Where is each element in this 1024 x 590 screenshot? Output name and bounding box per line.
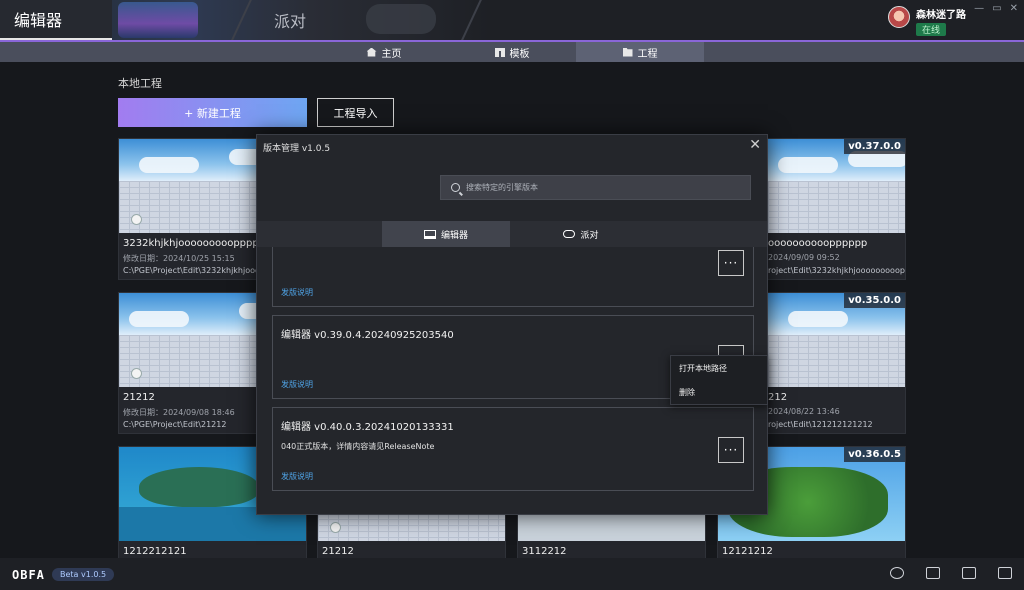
robot-icon[interactable] [926,567,940,579]
project-title: 1212212121 [123,546,187,557]
gamepad-art [366,4,436,34]
dialog-title: 版本管理 v1.0.5 [263,144,331,154]
dialog-tabs: 编辑器 派对 [257,221,767,247]
version-badge: Beta v1.0.5 [52,568,115,581]
release-notes-link[interactable]: 发版说明 [281,471,313,482]
project-date: 修改日期：2024/09/08 18:46 [123,408,235,417]
project-path: roject\Edit\3232khjkhjoooooooooppppppp [768,266,905,275]
folder-icon [622,47,633,57]
footer: OBFA Beta v1.0.5 [0,558,1024,590]
user-profile[interactable]: 森林迷了路 在线 [888,6,966,36]
nav-item-label: 模板 [509,48,530,60]
search-input[interactable] [466,183,726,192]
minimize-icon[interactable]: — [974,3,984,14]
project-date: 2024/08/22 13:46 [768,407,840,416]
footer-icons [890,567,1012,579]
search-icon [451,183,460,192]
tab-label: 编辑器 [440,230,468,241]
nav-item-templates[interactable]: 模板 [448,42,576,62]
feedback-icon[interactable] [998,567,1012,579]
gamepad-icon [563,230,576,238]
close-icon[interactable]: ✕ [749,137,761,153]
project-title: 21212 [322,546,354,557]
template-icon [494,47,505,57]
monitor-icon [423,229,436,239]
tab-editor-versions[interactable]: 编辑器 [382,221,510,247]
version-tag: v0.35.0.0 [844,293,905,308]
search-box[interactable] [440,175,751,200]
top-bar: 编辑器 派对 森林迷了路 在线 — ▭ ✕ [0,0,1024,40]
project-title: oooooooooopppppp [768,238,868,249]
version-name: 编辑器 v0.40.0.3.20241020133331 [281,422,454,433]
release-notes-link[interactable]: 发版说明 [281,379,313,390]
section-title: 本地工程 [118,77,162,90]
book-icon[interactable] [962,567,976,579]
nav-item-home[interactable]: 主页 [320,42,448,62]
project-path: C:\PGE\Project\Edit\21212 [123,420,227,429]
tab-label: 派对 [580,230,599,241]
project-title: 212 [768,392,788,403]
project-date: 修改日期：2024/10/25 15:15 [123,254,235,263]
release-notes-link[interactable]: 发版说明 [281,287,313,298]
version-manager-dialog: 版本管理 v1.0.5 ✕ 编辑器 派对 ··· 发版说明 编辑器 v0.39.… [256,134,768,515]
user-name: 森林迷了路 [916,10,966,21]
import-project-button[interactable]: 工程导入 [317,98,394,127]
version-item: 编辑器 v0.40.0.3.20241020133331 040正式版本，详情内… [272,407,754,491]
version-name: 编辑器 v0.39.0.4.20240925203540 [281,330,454,341]
nav-item-projects[interactable]: 工程 [576,42,704,62]
more-button[interactable]: ··· [718,437,744,463]
project-title: 3112212 [522,546,567,557]
close-icon[interactable]: ✕ [1010,3,1018,14]
context-menu: 打开本地路径 删除 [670,355,768,405]
version-item: ··· 发版说明 [272,247,754,307]
project-title: 12121212 [722,546,773,557]
status-badge: 在线 [916,23,947,36]
logo: OBFA [12,568,45,582]
version-tag: v0.37.0.0 [844,139,905,154]
home-icon [366,47,377,57]
project-path: roject\Edit\121212121212 [768,420,873,429]
tab-party-versions[interactable]: 派对 [517,221,645,247]
menu-item-delete[interactable]: 删除 [671,380,767,404]
menu-item-open-local-path[interactable]: 打开本地路径 [671,356,767,380]
version-tag: v0.36.0.5 [844,447,905,462]
tab-party[interactable]: 派对 [274,0,306,40]
planet-icon[interactable] [890,567,904,579]
arcade-machine-art [118,2,198,38]
new-project-button[interactable]: + 新建工程 [118,98,307,127]
more-button[interactable]: ··· [718,250,744,276]
project-title: 21212 [123,392,155,403]
main-nav: 主页 模板 工程 [0,40,1024,62]
version-description: 040正式版本，详情内容请见ReleaseNote [281,442,435,451]
nav-item-label: 主页 [381,48,402,60]
maximize-icon[interactable]: ▭ [992,3,1001,14]
project-date: 2024/09/09 09:52 [768,253,840,262]
avatar[interactable] [888,6,910,28]
tab-editor[interactable]: 编辑器 [0,0,112,40]
nav-item-label: 工程 [637,48,658,60]
window-controls: — ▭ ✕ [974,3,1018,14]
